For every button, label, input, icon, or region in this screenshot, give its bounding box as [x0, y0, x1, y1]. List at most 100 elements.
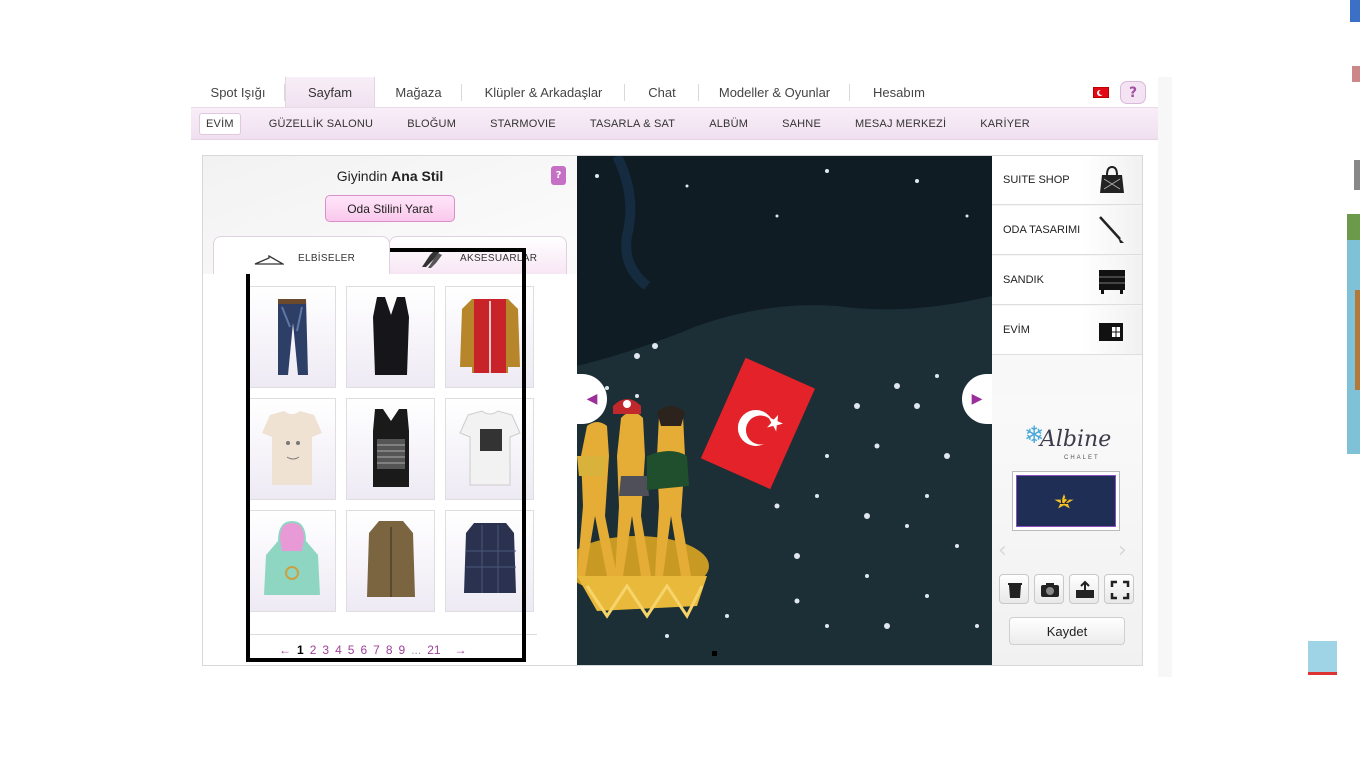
page-number[interactable]: 4 — [335, 643, 342, 657]
edge-fragment — [1350, 0, 1360, 22]
subnav-beauty-salon[interactable]: GÜZELLİK SALONU — [263, 114, 379, 134]
subnav-starmovie[interactable]: STARMOVIE — [484, 114, 562, 134]
menu-label: SUITE SHOP — [1003, 174, 1070, 186]
clothing-item[interactable] — [346, 286, 435, 388]
export-button[interactable] — [1069, 574, 1099, 604]
menu-label: EVİM — [1003, 324, 1030, 336]
clothing-grid: ← 1 2 3 4 5 6 7 8 9 ... 21 → — [203, 274, 577, 665]
tab-clothes[interactable]: ELBİSELER — [213, 236, 390, 274]
camera-button[interactable] — [1034, 574, 1064, 604]
help-icon[interactable]: ? — [1120, 81, 1146, 104]
next-page-button[interactable]: → — [455, 643, 467, 657]
page-number[interactable]: 3 — [322, 643, 329, 657]
page-number[interactable]: 6 — [360, 643, 367, 657]
scene-artwork — [577, 156, 992, 638]
save-button[interactable]: Kaydet — [1009, 617, 1125, 645]
category-tabs: ELBİSELER AKSESUARLAR — [213, 236, 569, 274]
hanger-icon — [254, 255, 284, 265]
subnav-blog[interactable]: BLOĞUM — [401, 114, 462, 134]
sequin-top-icon — [373, 409, 409, 487]
black-vest-icon — [373, 297, 409, 375]
tab-accessories-label: AKSESUARLAR — [460, 253, 538, 264]
menu-room-design[interactable]: ODA TASARIMI — [992, 206, 1142, 255]
photo-tshirt-icon — [459, 410, 521, 486]
fullscreen-icon — [1110, 580, 1130, 600]
clothing-item[interactable] — [445, 286, 534, 388]
paintbrush-icon — [1099, 216, 1124, 243]
menu-chest[interactable]: SANDIK — [992, 256, 1142, 305]
subnav-stage[interactable]: SAHNE — [776, 114, 827, 134]
clothing-item[interactable] — [247, 398, 336, 500]
logo-word: Albine — [1040, 427, 1112, 452]
dressup-title: Giyindin Ana Stil — [203, 168, 577, 184]
page-number[interactable]: 9 — [399, 643, 406, 657]
clothing-item[interactable] — [247, 286, 336, 388]
page-number[interactable]: 8 — [386, 643, 393, 657]
pagination: ← 1 2 3 4 5 6 7 8 9 ... 21 → — [279, 643, 473, 657]
albine-chalet-logo: ❄ Albine CHALET — [1018, 421, 1118, 466]
page-number[interactable]: 5 — [348, 643, 355, 657]
red-jacket-icon — [460, 299, 520, 373]
subnav-home[interactable]: EVİM — [199, 112, 241, 135]
room-menu-panel: SUITE SHOP ODA TASARIMI SANDIK EVİM ❄ Al… — [992, 156, 1142, 665]
main-frame: Giyindin Ana Stil ? Oda Stilini Yarat EL… — [202, 155, 1143, 666]
subnav-design-sell[interactable]: TASARLA & SAT — [584, 114, 681, 134]
create-room-style-button[interactable]: Oda Stilini Yarat — [325, 195, 455, 222]
edge-fragment — [1308, 672, 1337, 675]
tab-models-games[interactable]: Modeller & Oyunlar — [699, 77, 850, 107]
page: Spot Işığı Sayfam Mağaza Klüpler & Arkad… — [0, 0, 1360, 768]
tab-chat[interactable]: Chat — [625, 77, 699, 107]
help-icon[interactable]: ? — [551, 166, 566, 185]
export-icon — [1076, 580, 1094, 598]
tab-my-page[interactable]: Sayfam — [285, 77, 375, 107]
dressup-panel: Giyindin Ana Stil ? Oda Stilini Yarat EL… — [203, 156, 577, 665]
clothing-item[interactable] — [346, 510, 435, 612]
cursor-marker — [712, 651, 717, 656]
chevron-left-icon[interactable]: ‹ — [998, 538, 1007, 563]
menu-label: ODA TASARIMI — [1003, 224, 1081, 236]
page-number[interactable]: 2 — [310, 643, 317, 657]
clothing-item[interactable] — [346, 398, 435, 500]
subnav-message-center[interactable]: MESAJ MERKEZİ — [849, 114, 952, 134]
subnav-career[interactable]: KARİYER — [974, 114, 1036, 134]
title-prefix: Giyindin — [336, 168, 388, 184]
edge-fragment — [1354, 160, 1360, 190]
plaid-shirt-icon — [464, 523, 516, 593]
prev-page-button[interactable]: ← — [279, 643, 291, 657]
room-icon — [1099, 323, 1123, 341]
parka-icon — [367, 521, 415, 597]
tab-accessories[interactable]: AKSESUARLAR — [389, 236, 567, 274]
edge-fragment — [1355, 290, 1360, 390]
subnav-album[interactable]: ALBÜM — [703, 114, 754, 134]
turkish-flag-icon[interactable] — [1093, 87, 1109, 98]
menu-suite-shop[interactable]: SUITE SHOP — [992, 156, 1142, 205]
tab-account[interactable]: Hesabım — [850, 77, 948, 107]
trash-icon — [1008, 583, 1022, 598]
tab-spotlight[interactable]: Spot Işığı — [191, 77, 285, 107]
trash-button[interactable] — [999, 574, 1029, 604]
edge-fragment — [1308, 641, 1337, 675]
room-scene: ◀ ▶ — [577, 156, 992, 665]
edge-fragment — [1352, 66, 1360, 82]
edge-fragment — [1347, 214, 1360, 240]
clothing-item[interactable] — [247, 510, 336, 612]
clothing-item[interactable] — [445, 510, 534, 612]
page-number[interactable]: 21 — [427, 643, 440, 657]
face-tshirt-icon — [262, 411, 322, 485]
pager-divider — [247, 634, 537, 635]
clothing-item[interactable] — [445, 398, 534, 500]
page-number[interactable]: 7 — [373, 643, 380, 657]
shopping-bag-icon — [1100, 165, 1124, 193]
room-thumbnail[interactable]: 12 — [1012, 471, 1120, 531]
tab-clothes-label: ELBİSELER — [298, 253, 356, 264]
tab-store[interactable]: Mağaza — [375, 77, 462, 107]
fullscreen-button[interactable] — [1104, 574, 1134, 604]
chevron-right-icon[interactable]: › — [1118, 538, 1127, 563]
tab-clubs-friends[interactable]: Klüpler & Arkadaşlar — [462, 77, 625, 107]
logo-sub: CHALET — [1064, 455, 1100, 461]
menu-home[interactable]: EVİM — [992, 306, 1142, 355]
shoe-icon — [422, 249, 442, 268]
title-style-name: Ana Stil — [391, 168, 444, 184]
page-number[interactable]: 1 — [297, 643, 304, 657]
hoodie-icon — [264, 521, 320, 595]
